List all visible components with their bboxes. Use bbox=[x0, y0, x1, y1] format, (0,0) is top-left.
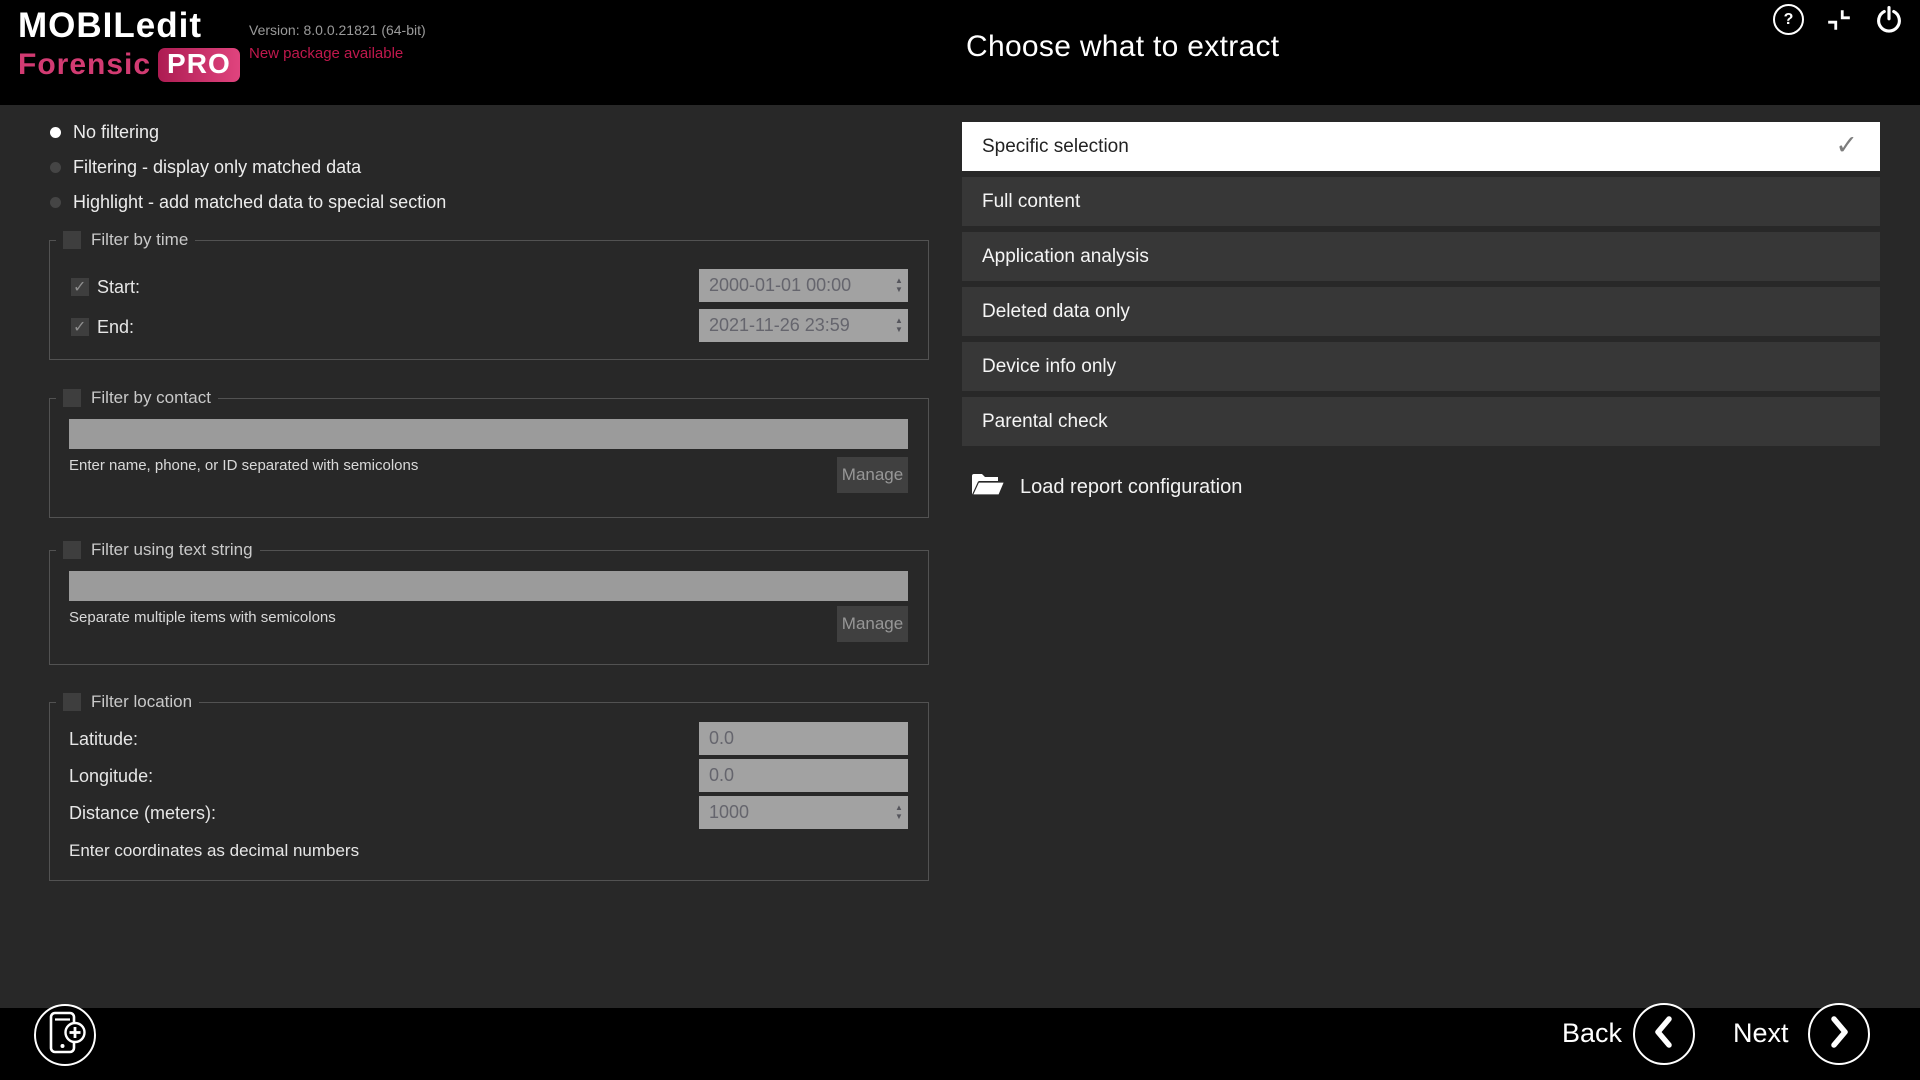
distance-input[interactable]: 1000 ▲▼ bbox=[699, 796, 908, 829]
help-icon[interactable]: ? bbox=[1773, 4, 1804, 35]
version-text: Version: 8.0.0.21821 (64-bit) bbox=[249, 22, 426, 38]
longitude-label: Longitude: bbox=[69, 766, 153, 787]
latitude-input[interactable]: 0.0 bbox=[699, 722, 908, 755]
add-device-button[interactable] bbox=[34, 1004, 96, 1066]
radio-unselected-icon bbox=[50, 197, 61, 208]
manage-text-strings-button[interactable]: Manage bbox=[837, 606, 908, 642]
chevron-right-icon bbox=[1824, 1015, 1854, 1054]
contact-filter-hint: Enter name, phone, or ID separated with … bbox=[69, 457, 418, 474]
option-specific-selection[interactable]: Specific selection ✓ bbox=[962, 122, 1880, 171]
app-logo: MOBILedit bbox=[18, 6, 202, 46]
filter-by-time-group: Filter by time Start: 2000-01-01 00:00 ▲… bbox=[49, 240, 929, 360]
load-report-configuration-button[interactable]: Load report configuration bbox=[970, 470, 1242, 505]
radio-label: Filtering - display only matched data bbox=[73, 157, 361, 178]
start-checkbox[interactable] bbox=[71, 278, 89, 296]
back-button[interactable] bbox=[1633, 1003, 1695, 1065]
pro-badge: PRO bbox=[158, 48, 240, 82]
radio-no-filtering[interactable]: No filtering bbox=[50, 121, 159, 143]
end-label: End: bbox=[97, 317, 134, 338]
next-label[interactable]: Next bbox=[1733, 1018, 1789, 1049]
power-icon[interactable] bbox=[1874, 5, 1904, 35]
filter-location-label: Filter location bbox=[91, 692, 192, 712]
filter-by-contact-label: Filter by contact bbox=[91, 388, 211, 408]
filter-text-legend: Filter using text string bbox=[56, 540, 260, 560]
radio-filtering[interactable]: Filtering - display only matched data bbox=[50, 156, 361, 178]
option-full-content[interactable]: Full content bbox=[962, 177, 1880, 226]
start-datetime-spinner[interactable]: ▲▼ bbox=[890, 269, 908, 302]
text-filter-hint: Separate multiple items with semicolons bbox=[69, 609, 336, 626]
filter-by-time-checkbox[interactable] bbox=[63, 231, 81, 249]
end-datetime-input[interactable]: 2021-11-26 23:59 ▲▼ bbox=[699, 309, 908, 342]
next-button[interactable] bbox=[1808, 1003, 1870, 1065]
start-label: Start: bbox=[97, 277, 140, 298]
filter-location-group: Filter location Latitude: 0.0 Longitude:… bbox=[49, 702, 929, 881]
end-checkbox[interactable] bbox=[71, 318, 89, 336]
window-controls: ? bbox=[1773, 4, 1904, 35]
app-window: MOBILedit Forensic PRO Version: 8.0.0.21… bbox=[0, 0, 1920, 1080]
filter-by-contact-legend: Filter by contact bbox=[56, 388, 218, 408]
distance-spinner[interactable]: ▲▼ bbox=[890, 796, 908, 829]
filter-by-time-label: Filter by time bbox=[91, 230, 188, 250]
option-parental-check[interactable]: Parental check bbox=[962, 397, 1880, 446]
option-deleted-data-only[interactable]: Deleted data only bbox=[962, 287, 1880, 336]
option-device-info-only[interactable]: Device info only bbox=[962, 342, 1880, 391]
option-application-analysis[interactable]: Application analysis bbox=[962, 232, 1880, 281]
update-notice-link[interactable]: New package available bbox=[249, 45, 403, 62]
header: MOBILedit Forensic PRO Version: 8.0.0.21… bbox=[0, 0, 1920, 105]
filter-text-checkbox[interactable] bbox=[63, 541, 81, 559]
radio-unselected-icon bbox=[50, 162, 61, 173]
back-label[interactable]: Back bbox=[1520, 1018, 1622, 1049]
check-icon: ✓ bbox=[1835, 122, 1858, 168]
filter-text-label: Filter using text string bbox=[91, 540, 253, 560]
coordinates-note: Enter coordinates as decimal numbers bbox=[69, 841, 359, 861]
contact-filter-input[interactable] bbox=[69, 419, 908, 449]
radio-selected-icon bbox=[50, 127, 61, 138]
app-logo-line2: Forensic PRO bbox=[18, 48, 240, 82]
radio-label: Highlight - add matched data to special … bbox=[73, 192, 446, 213]
manage-contacts-button[interactable]: Manage bbox=[837, 457, 908, 493]
start-datetime-input[interactable]: 2000-01-01 00:00 ▲▼ bbox=[699, 269, 908, 302]
chevron-left-icon bbox=[1649, 1015, 1679, 1054]
end-datetime-spinner[interactable]: ▲▼ bbox=[890, 309, 908, 342]
filter-location-checkbox[interactable] bbox=[63, 693, 81, 711]
filter-text-group: Filter using text string Separate multip… bbox=[49, 550, 929, 665]
longitude-input[interactable]: 0.0 bbox=[699, 759, 908, 792]
distance-label: Distance (meters): bbox=[69, 803, 216, 824]
latitude-label: Latitude: bbox=[69, 729, 138, 750]
logo-forensic-text: Forensic bbox=[18, 48, 151, 82]
radio-label: No filtering bbox=[73, 122, 159, 143]
phone-plus-icon bbox=[44, 1010, 86, 1061]
page-title: Choose what to extract bbox=[966, 30, 1279, 64]
filter-by-contact-checkbox[interactable] bbox=[63, 389, 81, 407]
resize-window-icon[interactable] bbox=[1826, 7, 1852, 33]
text-filter-input[interactable] bbox=[69, 571, 908, 601]
filter-by-time-legend: Filter by time bbox=[56, 230, 195, 250]
filter-location-legend: Filter location bbox=[56, 692, 199, 712]
footer bbox=[0, 1008, 1920, 1080]
filter-by-contact-group: Filter by contact Enter name, phone, or … bbox=[49, 398, 929, 518]
radio-highlight[interactable]: Highlight - add matched data to special … bbox=[50, 191, 446, 213]
open-folder-icon bbox=[970, 470, 1006, 505]
